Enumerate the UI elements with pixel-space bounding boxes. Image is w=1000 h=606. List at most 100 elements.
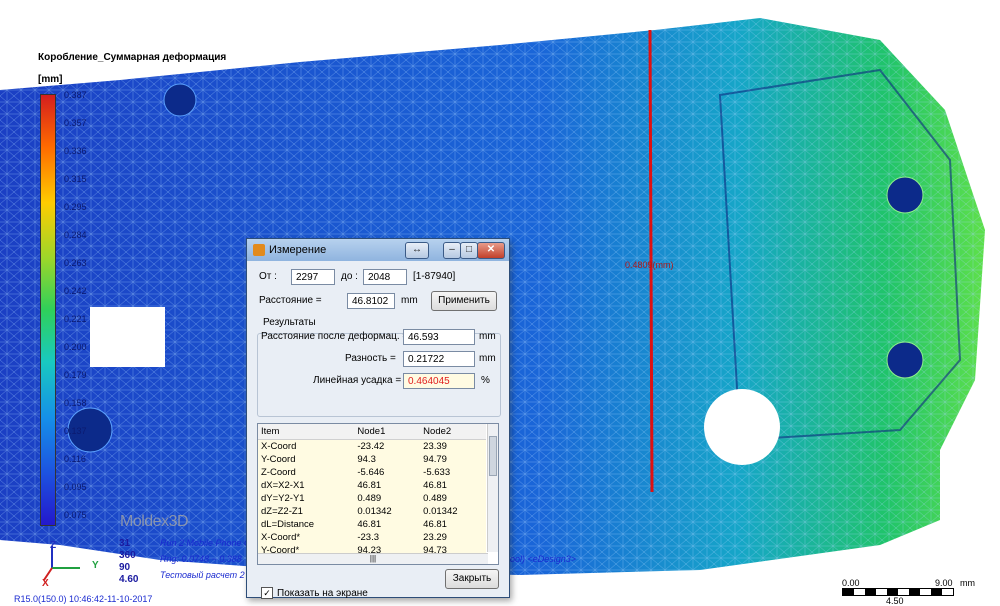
after-deform-label: Расстояние после деформац. = [261, 331, 409, 342]
table-cell: 0.489 [354, 492, 421, 505]
grid-column-header[interactable]: Item [258, 424, 355, 440]
project-suffix: ool) <eDesign3> [510, 554, 577, 564]
legend-tick-label: 0.221 [64, 314, 87, 324]
table-cell: 94.3 [354, 453, 421, 466]
minimize-button[interactable]: – [443, 242, 461, 259]
difference-unit: mm [479, 353, 496, 364]
legend-tick-label: 0.158 [64, 398, 87, 408]
grid-column-header[interactable]: Node1 [354, 424, 421, 440]
to-label: до : [341, 271, 358, 282]
node-data-grid[interactable]: Item Node1 Node2 X-Coord -23.42 23.39 Y-Coord… [257, 423, 499, 565]
table-row[interactable]: X-Coord -23.42 23.39 [258, 439, 486, 453]
table-row[interactable]: Y-Coord 94.3 94.79 [258, 453, 486, 466]
table-row[interactable]: dX=X2-X1 46.81 46.81 [258, 479, 486, 492]
boss [886, 176, 924, 214]
after-deform-unit: mm [479, 331, 496, 342]
table-cell: X-Coord* [258, 531, 355, 544]
table-cell: X-Coord [258, 439, 355, 453]
table-row[interactable]: dL=Distance 46.81 46.81 [258, 518, 486, 531]
close-button[interactable]: Закрыть [445, 569, 499, 589]
units-label: [mm] [38, 74, 63, 85]
table-cell: 46.81 [420, 479, 486, 492]
axis-z-label: Z [50, 540, 57, 551]
grid-horizontal-scrollbar[interactable]: ||| [258, 553, 488, 564]
scale-mid: 4.50 [886, 596, 904, 606]
legend-tick-label: 0.179 [64, 370, 87, 380]
legend-tick-label: 0.387 [64, 90, 87, 100]
cutout-window [90, 307, 165, 367]
distance-label: Расстояние = [259, 295, 322, 306]
legend-tick-label: 0.075 [64, 510, 87, 520]
moldex-logo: Moldex3D [120, 513, 189, 531]
shrinkage-unit: % [481, 375, 490, 386]
scroll-thumb[interactable] [489, 436, 497, 476]
results-label: Результаты [263, 317, 316, 328]
table-cell: -5.646 [354, 466, 421, 479]
from-label: От : [259, 271, 277, 282]
table-cell: 0.489 [420, 492, 486, 505]
test-name: Тестовый расчет 2 [160, 570, 245, 580]
show-on-screen-checkbox[interactable]: ✓ Показать на экране [261, 587, 368, 599]
to-node-input[interactable]: 2048 [363, 269, 407, 285]
table-row[interactable]: dY=Y2-Y1 0.489 0.489 [258, 492, 486, 505]
node-range: [1-87940] [413, 271, 456, 282]
table-cell: 46.81 [354, 518, 421, 531]
version-text: R15.0(150.0) 10:46:42-11-10-2017 [14, 594, 153, 604]
scale-bar [842, 588, 954, 596]
difference-input[interactable]: 0.21722 [403, 351, 475, 367]
stat-3: 90 [119, 562, 131, 573]
grid-column-header[interactable]: Node2 [420, 424, 486, 440]
stat-4: 4.60 [119, 574, 139, 585]
table-cell: dZ=Z2-Z1 [258, 505, 355, 518]
distance-unit: mm [401, 295, 418, 306]
table-cell: -23.42 [354, 439, 421, 453]
table-cell: dL=Distance [258, 518, 355, 531]
scale-right: 9.00 [935, 578, 953, 588]
scale-unit: mm [960, 578, 975, 588]
table-row[interactable]: X-Coord* -23.3 23.29 [258, 531, 486, 544]
stat-1: 31 [119, 538, 131, 549]
table-cell: 46.81 [354, 479, 421, 492]
result-title: Коробление_Суммарная деформация [38, 52, 227, 63]
legend-tick-label: 0.336 [64, 146, 87, 156]
table-cell: 46.81 [420, 518, 486, 531]
apply-button[interactable]: Применить [431, 291, 497, 311]
shrinkage-label: Линейная усадка = [313, 375, 402, 386]
shrinkage-input[interactable]: 0.464045 [403, 373, 475, 389]
table-cell: Z-Coord [258, 466, 355, 479]
table-cell: 23.39 [420, 439, 486, 453]
legend-tick-label: 0.137 [64, 426, 87, 436]
app-icon [253, 244, 265, 256]
dialog-title: Измерение [269, 244, 327, 256]
measurement-dialog[interactable]: Измерение ↔ – □ ✕ От : 2297 до : 2048 [1… [246, 238, 510, 599]
maximize-button[interactable]: □ [460, 242, 478, 259]
after-deform-input[interactable]: 46.593 [403, 329, 475, 345]
color-legend-bar [40, 94, 56, 526]
table-cell: -23.3 [354, 531, 421, 544]
close-window-button[interactable]: ✕ [477, 242, 505, 259]
show-on-screen-label: Показать на экране [277, 587, 368, 599]
legend-tick-label: 0.295 [64, 202, 87, 212]
scale-left: 0.00 [842, 578, 860, 588]
dialog-body: От : 2297 до : 2048 [1-87940] Расстояние… [253, 267, 503, 599]
distance-input[interactable]: 46.8102 [347, 293, 395, 309]
legend-tick-label: 0.242 [64, 286, 87, 296]
table-cell: 0.01342 [420, 505, 486, 518]
table-row[interactable]: Z-Coord -5.646 -5.633 [258, 466, 486, 479]
table-cell: Y-Coord [258, 453, 355, 466]
stat-2: 360 [119, 550, 136, 561]
table-cell: 23.29 [420, 531, 486, 544]
table-cell: dY=Y2-Y1 [258, 492, 355, 505]
axis-x-label: X [42, 578, 49, 589]
axis-y-label: Y [92, 560, 99, 571]
resize-icon[interactable]: ↔ [405, 242, 429, 259]
legend-tick-label: 0.116 [64, 454, 86, 464]
table-row[interactable]: dZ=Z2-Z1 0.01342 0.01342 [258, 505, 486, 518]
table-cell: -5.633 [420, 466, 486, 479]
logo-sub: 3D [168, 513, 189, 530]
checkbox-checked-icon[interactable]: ✓ [261, 587, 273, 599]
legend-tick-label: 0.315 [64, 174, 87, 184]
from-node-input[interactable]: 2297 [291, 269, 335, 285]
grid-vertical-scrollbar[interactable] [487, 424, 498, 552]
boss [886, 341, 924, 379]
